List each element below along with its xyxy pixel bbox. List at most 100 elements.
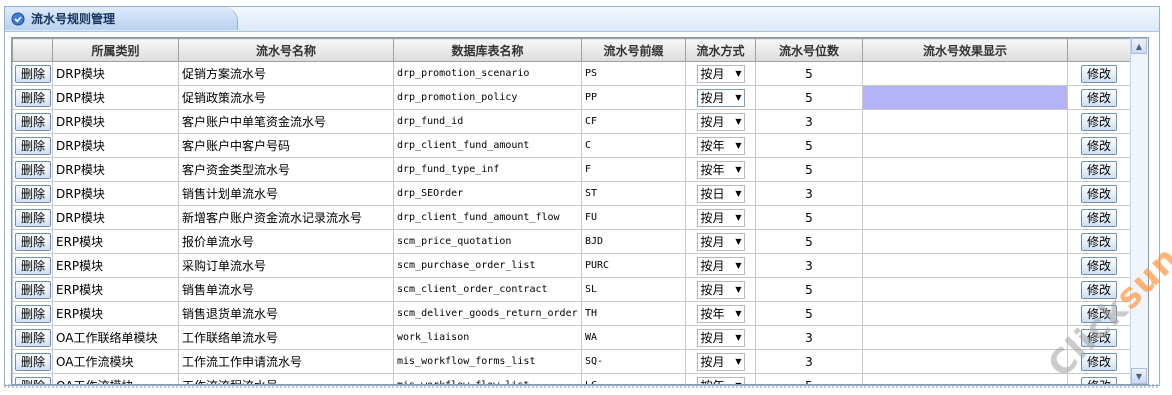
chevron-down-icon[interactable]: ▼ [735, 189, 741, 198]
delete-button[interactable]: 删除 [15, 352, 52, 371]
prefix-cell[interactable]: F [581, 157, 686, 182]
prefix-cell[interactable]: PS [581, 61, 686, 86]
chevron-down-icon[interactable]: ▼ [735, 285, 741, 294]
serial-name-cell[interactable]: 采购订单流水号 [178, 253, 394, 278]
prefix-cell[interactable]: BJD [581, 229, 686, 254]
digits-cell[interactable]: 5 [755, 133, 863, 158]
chevron-down-icon[interactable]: ▼ [735, 237, 741, 246]
serial-name-cell[interactable]: 促销方案流水号 [178, 61, 394, 86]
vertical-scrollbar[interactable]: ▲ ▼ [1130, 38, 1148, 384]
mode-select[interactable]: 按月 ▼ [696, 88, 745, 107]
digits-cell[interactable]: 5 [755, 85, 863, 110]
prefix-cell[interactable]: SQ- [581, 349, 686, 374]
db-table-cell[interactable]: work_liaison [393, 325, 582, 350]
chevron-down-icon[interactable]: ▼ [735, 165, 741, 174]
mode-select[interactable]: 按月 ▼ [696, 328, 745, 347]
scroll-up-icon[interactable]: ▲ [1131, 38, 1147, 54]
chevron-down-icon[interactable]: ▼ [735, 117, 741, 126]
serial-name-cell[interactable]: 销售单流水号 [178, 277, 394, 302]
mode-select[interactable]: 按月 ▼ [696, 112, 745, 131]
prefix-cell[interactable]: CF [581, 109, 686, 134]
scroll-down-icon[interactable]: ▼ [1131, 368, 1147, 384]
prefix-cell[interactable]: WA [581, 325, 686, 350]
mode-select[interactable]: 按月 ▼ [696, 280, 745, 299]
serial-name-cell[interactable]: 新增客户账户资金流水记录流水号 [178, 205, 394, 230]
edit-button[interactable]: 修改 [1080, 64, 1117, 83]
db-table-cell[interactable]: drp_fund_id [393, 109, 582, 134]
serial-name-cell[interactable]: 销售退货单流水号 [178, 301, 394, 326]
prefix-cell[interactable]: TH [581, 301, 686, 326]
edit-button[interactable]: 修改 [1080, 208, 1117, 227]
db-table-cell[interactable]: drp_promotion_scenario [393, 61, 582, 86]
mode-select[interactable]: 按月 ▼ [696, 64, 745, 83]
serial-name-cell[interactable]: 工作流工作申请流水号 [178, 349, 394, 374]
db-table-cell[interactable]: drp_promotion_policy [393, 85, 582, 110]
db-table-cell[interactable]: scm_client_order_contract [393, 277, 582, 302]
prefix-cell[interactable]: SL [581, 277, 686, 302]
db-table-cell[interactable]: drp_client_fund_amount [393, 133, 582, 158]
digits-cell[interactable]: 5 [755, 205, 863, 230]
chevron-down-icon[interactable]: ▼ [735, 141, 741, 150]
digits-cell[interactable]: 5 [755, 157, 863, 182]
prefix-cell[interactable]: ST [581, 181, 686, 206]
serial-name-cell[interactable]: 促销政策流水号 [178, 85, 394, 110]
digits-cell[interactable]: 3 [755, 349, 863, 374]
mode-select[interactable]: 按月 ▼ [696, 352, 745, 371]
mode-select[interactable]: 按年 ▼ [696, 160, 745, 179]
delete-button[interactable]: 删除 [15, 208, 52, 227]
serial-name-cell[interactable]: 客户资金类型流水号 [178, 157, 394, 182]
mode-select[interactable]: 按月 ▼ [696, 208, 745, 227]
edit-button[interactable]: 修改 [1080, 280, 1117, 299]
serial-name-cell[interactable]: 销售计划单流水号 [178, 181, 394, 206]
edit-button[interactable]: 修改 [1080, 232, 1117, 251]
delete-button[interactable]: 删除 [15, 232, 52, 251]
db-table-cell[interactable]: drp_SEOrder [393, 181, 582, 206]
digits-cell[interactable]: 5 [755, 277, 863, 302]
db-table-cell[interactable]: drp_client_fund_amount_flow [393, 205, 582, 230]
edit-button[interactable]: 修改 [1080, 352, 1117, 371]
prefix-cell[interactable]: PP [581, 85, 686, 110]
serial-name-cell[interactable]: 报价单流水号 [178, 229, 394, 254]
delete-button[interactable]: 删除 [15, 184, 52, 203]
db-table-cell[interactable]: scm_purchase_order_list [393, 253, 582, 278]
digits-cell[interactable]: 5 [755, 61, 863, 86]
db-table-cell[interactable]: mis_workflow_forms_list [393, 349, 582, 374]
edit-button[interactable]: 修改 [1080, 136, 1117, 155]
edit-button[interactable]: 修改 [1080, 184, 1117, 203]
delete-button[interactable]: 删除 [15, 88, 52, 107]
db-table-cell[interactable]: scm_deliver_goods_return_order [393, 301, 582, 326]
delete-button[interactable]: 删除 [15, 328, 52, 347]
edit-button[interactable]: 修改 [1080, 160, 1117, 179]
delete-button[interactable]: 删除 [15, 136, 52, 155]
serial-name-cell[interactable]: 工作联络单流水号 [178, 325, 394, 350]
digits-cell[interactable]: 3 [755, 181, 863, 206]
chevron-down-icon[interactable]: ▼ [735, 213, 741, 222]
digits-cell[interactable]: 3 [755, 253, 863, 278]
digits-cell[interactable]: 5 [755, 301, 863, 326]
mode-select[interactable]: 按日 ▼ [696, 184, 745, 203]
edit-button[interactable]: 修改 [1080, 88, 1117, 107]
edit-button[interactable]: 修改 [1080, 112, 1117, 131]
serial-name-cell[interactable]: 客户账户中客户号码 [178, 133, 394, 158]
serial-name-cell[interactable]: 客户账户中单笔资金流水号 [178, 109, 394, 134]
delete-button[interactable]: 删除 [15, 112, 52, 131]
digits-cell[interactable]: 3 [755, 325, 863, 350]
mode-select[interactable]: 按月 ▼ [696, 256, 745, 275]
db-table-cell[interactable]: drp_fund_type_inf [393, 157, 582, 182]
delete-button[interactable]: 删除 [15, 64, 52, 83]
delete-button[interactable]: 删除 [15, 304, 52, 323]
chevron-down-icon[interactable]: ▼ [735, 333, 741, 342]
chevron-down-icon[interactable]: ▼ [735, 93, 741, 102]
mode-select[interactable]: 按月 ▼ [696, 232, 745, 251]
delete-button[interactable]: 删除 [15, 280, 52, 299]
edit-button[interactable]: 修改 [1080, 304, 1117, 323]
chevron-down-icon[interactable]: ▼ [735, 261, 741, 270]
digits-cell[interactable]: 5 [755, 229, 863, 254]
chevron-down-icon[interactable]: ▼ [735, 357, 741, 366]
prefix-cell[interactable]: C [581, 133, 686, 158]
delete-button[interactable]: 删除 [15, 160, 52, 179]
chevron-down-icon[interactable]: ▼ [735, 69, 741, 78]
edit-button[interactable]: 修改 [1080, 256, 1117, 275]
delete-button[interactable]: 删除 [15, 256, 52, 275]
mode-select[interactable]: 按年 ▼ [696, 136, 745, 155]
